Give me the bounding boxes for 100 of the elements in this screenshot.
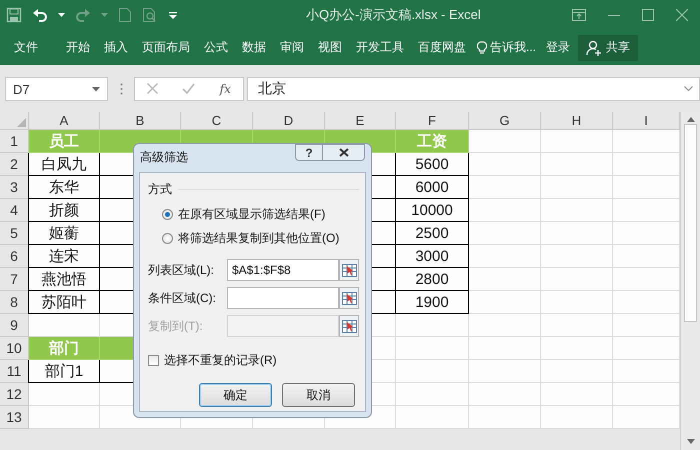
ribbon-display-icon[interactable] (572, 9, 586, 21)
row-header[interactable]: 12 (0, 383, 29, 406)
scrollbar-thumb[interactable] (684, 124, 697, 322)
column-header[interactable]: D (253, 112, 325, 130)
range-picker-button[interactable] (339, 287, 359, 309)
table-cell (541, 406, 613, 429)
table-cell (469, 176, 541, 199)
table-cell: 2800 (396, 268, 469, 291)
insert-function-button[interactable]: fx (220, 82, 231, 96)
help-button[interactable]: ? (295, 144, 323, 161)
grid-arrow-icon[interactable] (342, 264, 356, 276)
table-cell (541, 314, 613, 337)
table-cell (29, 406, 100, 429)
ribbon-tab[interactable]: 开发工具 (349, 39, 411, 56)
scroll-up-icon[interactable] (686, 117, 694, 122)
row-header[interactable]: 5 (0, 222, 29, 245)
table-cell (469, 291, 541, 314)
print-preview-icon[interactable] (142, 7, 158, 23)
name-box[interactable]: D7 (5, 77, 108, 101)
radio-button[interactable] (162, 233, 173, 244)
row-header[interactable]: 13 (0, 406, 29, 429)
row-header[interactable]: 3 (0, 176, 29, 199)
table-cell (541, 291, 613, 314)
table-cell (541, 130, 613, 153)
option-label[interactable]: 将筛选结果复制到其他位置(O) (178, 230, 340, 247)
share-label: 共享 (606, 39, 630, 56)
customize-icon[interactable] (168, 10, 178, 20)
input-field[interactable]: $A$1:$F$8 (227, 259, 339, 281)
close-icon[interactable] (338, 148, 348, 157)
table-cell (469, 199, 541, 222)
header-cell: 员工 (29, 130, 100, 153)
ribbon-tab[interactable]: 开始 (59, 39, 97, 56)
ribbon-tab[interactable]: 插入 (97, 39, 135, 56)
grid-arrow-icon[interactable] (342, 320, 356, 332)
ok-button[interactable]: 确定 (199, 383, 272, 407)
column-header[interactable]: I (613, 112, 680, 130)
column-header[interactable]: G (469, 112, 541, 130)
close-button[interactable] (323, 144, 365, 161)
grid-arrow-icon[interactable] (342, 292, 356, 304)
row-header[interactable]: 7 (0, 268, 29, 291)
share-button[interactable]: 共享 (578, 34, 638, 60)
row-header[interactable]: 4 (0, 199, 29, 222)
caret-icon[interactable] (92, 86, 100, 92)
row-header[interactable]: 11 (0, 360, 29, 383)
undo-icon[interactable] (32, 7, 48, 23)
column-header[interactable]: B (100, 112, 181, 130)
maximize-icon[interactable] (642, 9, 654, 21)
ribbon-tab[interactable]: 数据 (235, 39, 273, 56)
enter-check-icon[interactable] (182, 83, 196, 94)
sign-in-link[interactable]: 登录 (546, 39, 570, 56)
row-header[interactable]: 9 (0, 314, 29, 337)
scrollbar[interactable] (680, 112, 700, 450)
range-picker-button[interactable] (339, 315, 359, 337)
input-field[interactable] (227, 315, 339, 337)
cancel-button[interactable]: 取消 (282, 383, 355, 407)
row-header[interactable]: 6 (0, 245, 29, 268)
option-label[interactable]: 在原有区域显示筛选结果(F) (178, 206, 326, 223)
caret-icon[interactable] (684, 86, 693, 91)
column-header[interactable]: F (396, 112, 469, 130)
row-header[interactable]: 10 (0, 337, 29, 360)
caret-icon[interactable] (58, 12, 65, 18)
drag-handle-icon[interactable] (120, 82, 122, 94)
column-header[interactable]: C (181, 112, 253, 130)
field-label: 列表区域(L): (148, 262, 215, 278)
table-cell: 白凤九 (29, 153, 100, 176)
row-header[interactable]: 8 (0, 291, 29, 314)
lightbulb-icon[interactable] (477, 40, 487, 54)
table-cell (469, 406, 541, 429)
ribbon-tab[interactable]: 页面布局 (135, 39, 197, 56)
checkbox[interactable] (148, 355, 159, 366)
ribbon-tab[interactable]: 公式 (197, 39, 235, 56)
save-icon[interactable] (6, 7, 22, 23)
row-header[interactable]: 2 (0, 153, 29, 176)
formula-text: 北京 (258, 80, 286, 98)
tell-me-search[interactable]: 告诉我... (490, 39, 536, 56)
new-file-icon[interactable] (118, 7, 132, 23)
scroll-down-icon[interactable] (686, 439, 694, 444)
formula-field[interactable]: 北京 (247, 76, 700, 100)
cancel-icon[interactable] (147, 83, 158, 94)
input-field[interactable] (227, 287, 339, 309)
table-cell: 2500 (396, 222, 469, 245)
header-cell: 部门 (29, 337, 100, 360)
table-cell: 3000 (396, 245, 469, 268)
column-header[interactable]: E (325, 112, 396, 130)
ribbon-tab[interactable]: 百度网盘 (411, 39, 473, 56)
column-header[interactable]: A (29, 112, 100, 130)
field-label: 条件区域(C): (148, 290, 217, 306)
ribbon-tab[interactable]: 审阅 (273, 39, 311, 56)
field-label: 复制到(T): (148, 318, 204, 334)
ribbon-tab[interactable]: 视图 (311, 39, 349, 56)
row-header[interactable]: 1 (0, 130, 29, 153)
radio-button[interactable] (162, 209, 173, 220)
checkbox-label[interactable]: 选择不重复的记录(R) (164, 352, 277, 369)
table-cell: 姬蘅 (29, 222, 100, 245)
table-cell (469, 153, 541, 176)
column-header[interactable]: H (541, 112, 613, 130)
table-cell: 5600 (396, 153, 469, 176)
ribbon-tab[interactable]: 文件 (14, 39, 45, 56)
table-cell (469, 245, 541, 268)
range-picker-button[interactable] (339, 259, 359, 281)
